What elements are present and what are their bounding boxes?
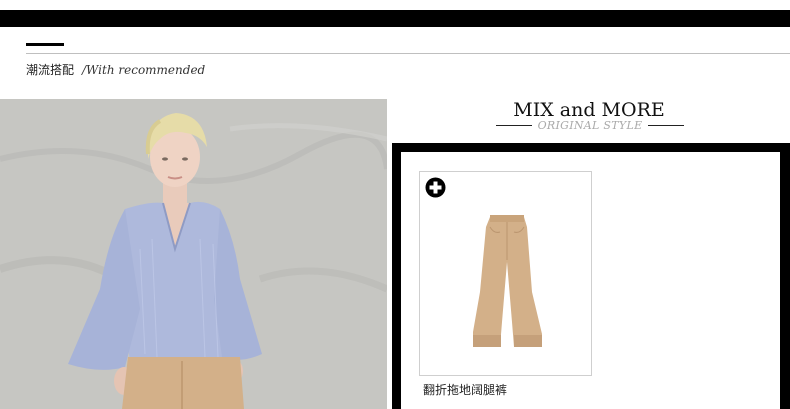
mix-title: MIX and MORE — [513, 99, 665, 121]
top-banner-bar — [0, 10, 790, 27]
product-name[interactable]: 翻折拖地阔腿裤 — [423, 382, 507, 398]
subtitle-right-rule — [648, 125, 684, 126]
subtitle-left-rule — [496, 125, 532, 126]
product-card[interactable] — [419, 171, 592, 376]
product-image[interactable] — [420, 172, 591, 375]
section-title-zh: 潮流搭配 — [26, 63, 75, 77]
lookbook-photo — [0, 99, 387, 409]
section-title-en: /With recommended — [82, 63, 206, 77]
section-divider — [26, 53, 790, 54]
mix-subtitle-text: ORIGINAL STYLE — [537, 119, 643, 132]
mix-subtitle: ORIGINAL STYLE — [496, 119, 684, 133]
section-accent-bar — [26, 43, 64, 46]
section-heading: 潮流搭配/With recommended — [26, 62, 205, 78]
plus-circle-icon[interactable] — [425, 177, 446, 198]
